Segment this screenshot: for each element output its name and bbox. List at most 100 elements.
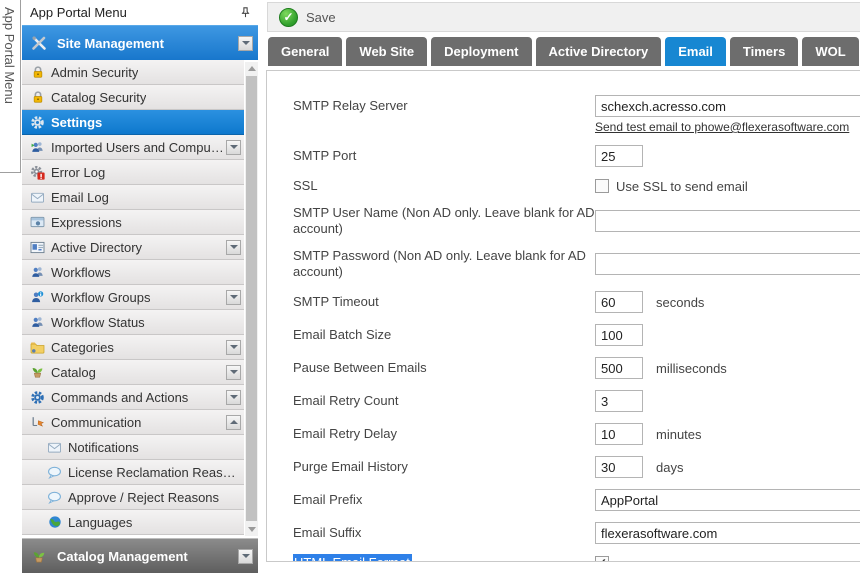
use-ssl-checkbox[interactable] — [595, 179, 609, 193]
form-row-retry-delay: Email Retry Delay minutes — [293, 423, 860, 445]
email-retry-delay-input[interactable] — [595, 423, 643, 445]
sidebar-item-approve-reject-reasons[interactable]: Approve / Reject Reasons — [22, 485, 244, 510]
field-label: SMTP Relay Server — [293, 95, 595, 117]
email-suffix-input[interactable] — [595, 522, 860, 544]
field-label: SMTP Timeout — [293, 294, 595, 310]
field-label: Email Batch Size — [293, 327, 595, 343]
field-label: SMTP Password (Non AD only. Leave blank … — [293, 248, 595, 280]
tab-web-site[interactable]: Web Site — [346, 37, 427, 66]
form-row-batch-size: Email Batch Size — [293, 324, 860, 346]
expressions-icon — [28, 216, 47, 228]
envelope-icon — [45, 441, 64, 454]
sidebar-item-expressions[interactable]: Expressions — [22, 210, 244, 235]
sidebar-item-workflows[interactable]: Workflows — [22, 260, 244, 285]
sidebar-item-catalog[interactable]: Catalog — [22, 360, 244, 385]
form-row-retry-count: Email Retry Count — [293, 390, 860, 412]
field-label: SMTP User Name (Non AD only. Leave blank… — [293, 205, 595, 237]
form-row-smtp-password: SMTP Password (Non AD only. Leave blank … — [293, 248, 860, 280]
field-label: SSL — [293, 178, 595, 194]
tab-timers[interactable]: Timers — [730, 37, 798, 66]
tab-general[interactable]: General — [268, 37, 342, 66]
app-portal-menu-vertical-tab[interactable]: App Portal Menu — [0, 0, 21, 173]
sidebar-item-error-log[interactable]: Error Log — [22, 160, 244, 185]
chevron-down-icon[interactable] — [226, 290, 241, 305]
form-row-purge-history: Purge Email History days — [293, 456, 860, 478]
form-row-smtp-port: SMTP Port — [293, 145, 860, 167]
user-info-icon — [28, 290, 47, 304]
plant-icon — [29, 549, 49, 564]
sidebar: App Portal Menu Site Management Admin Se… — [22, 0, 258, 561]
folder-icon — [28, 341, 47, 354]
smtp-port-input[interactable] — [595, 145, 643, 167]
email-prefix-input[interactable] — [595, 489, 860, 511]
users-icon — [28, 265, 47, 279]
sidebar-group-site-management[interactable]: Site Management — [22, 25, 258, 60]
sidebar-item-email-log[interactable]: Email Log — [22, 185, 244, 210]
sidebar-item-settings[interactable]: Settings — [22, 110, 244, 135]
smtp-timeout-input[interactable] — [595, 291, 643, 313]
field-label: Purge Email History — [293, 459, 595, 475]
scroll-up-icon[interactable] — [245, 62, 258, 75]
unit-label: milliseconds — [656, 361, 727, 376]
form-row-smtp-user: SMTP User Name (Non AD only. Leave blank… — [293, 205, 860, 237]
sidebar-item-admin-security[interactable]: Admin Security — [22, 60, 244, 85]
sidebar-item-imported-users-and-computers[interactable]: Imported Users and Computers — [22, 135, 244, 160]
form-row-smtp-timeout: SMTP Timeout seconds — [293, 291, 860, 313]
chevron-down-icon[interactable] — [226, 340, 241, 355]
field-label: Email Retry Delay — [293, 426, 595, 442]
sidebar-item-commands-and-actions[interactable]: Commands and Actions — [22, 385, 244, 410]
chevron-down-icon[interactable] — [238, 36, 253, 51]
tab-wol[interactable]: WOL — [802, 37, 858, 66]
smtp-password-input[interactable] — [595, 253, 860, 275]
sidebar-scrollbar[interactable] — [245, 62, 258, 536]
field-label: Pause Between Emails — [293, 360, 595, 376]
lock-icon — [28, 65, 47, 79]
plant-icon — [28, 365, 47, 379]
smtp-user-name-input[interactable] — [595, 210, 860, 232]
scroll-down-icon[interactable] — [245, 523, 258, 536]
pause-between-emails-input[interactable] — [595, 357, 643, 379]
sidebar-item-notifications[interactable]: Notifications — [22, 435, 244, 460]
send-test-email-link[interactable]: Send test email to phowe@flexerasoftware… — [595, 120, 849, 134]
sidebar-item-active-directory[interactable]: Active Directory — [22, 235, 244, 260]
chevron-down-icon[interactable] — [226, 390, 241, 405]
group-label: Catalog Management — [57, 549, 188, 564]
smtp-relay-server-input[interactable] — [595, 95, 860, 117]
form-row-smtp-relay: SMTP Relay Server Send test email to pho… — [293, 95, 860, 134]
form-row-ssl: SSL Use SSL to send email — [293, 178, 860, 194]
tab-active-directory[interactable]: Active Directory — [536, 37, 662, 66]
tools-icon — [29, 35, 49, 51]
sidebar-item-workflow-groups[interactable]: Workflow Groups — [22, 285, 244, 310]
sidebar-item-languages[interactable]: Languages — [22, 510, 244, 535]
tab-email[interactable]: Email — [665, 37, 726, 66]
save-button[interactable]: ✓ Save — [279, 8, 336, 27]
flag-icon — [28, 415, 47, 429]
id-card-icon — [28, 241, 47, 254]
chevron-down-icon[interactable] — [226, 140, 241, 155]
chevron-up-icon[interactable] — [226, 415, 241, 430]
pin-icon[interactable] — [239, 6, 252, 19]
unit-label: seconds — [656, 295, 704, 310]
sidebar-item-catalog-security[interactable]: Catalog Security — [22, 85, 244, 110]
sidebar-title: App Portal Menu — [30, 5, 127, 20]
sidebar-item-license-reclamation-reasons[interactable]: License Reclamation Reasons — [22, 460, 244, 485]
speech-bubble-icon — [45, 491, 64, 504]
scrollbar-thumb[interactable] — [246, 76, 257, 521]
email-batch-size-input[interactable] — [595, 324, 643, 346]
sidebar-item-workflow-status[interactable]: Workflow Status — [22, 310, 244, 335]
sidebar-item-categories[interactable]: Categories — [22, 335, 244, 360]
globe-icon — [45, 515, 64, 529]
email-retry-count-input[interactable] — [595, 390, 643, 412]
chevron-down-icon[interactable] — [238, 549, 253, 564]
html-email-format-checkbox[interactable] — [595, 556, 609, 562]
email-settings-panel: SMTP Relay Server Send test email to pho… — [266, 70, 860, 562]
sidebar-item-communication[interactable]: Communication — [22, 410, 244, 435]
purge-email-history-input[interactable] — [595, 456, 643, 478]
sidebar-group-catalog-management[interactable]: Catalog Management — [22, 538, 258, 573]
chevron-down-icon[interactable] — [226, 365, 241, 380]
tab-deployment[interactable]: Deployment — [431, 37, 531, 66]
group-label: Site Management — [57, 36, 164, 51]
field-label: Email Suffix — [293, 525, 595, 541]
chevron-down-icon[interactable] — [226, 240, 241, 255]
field-label: Email Prefix — [293, 492, 595, 508]
